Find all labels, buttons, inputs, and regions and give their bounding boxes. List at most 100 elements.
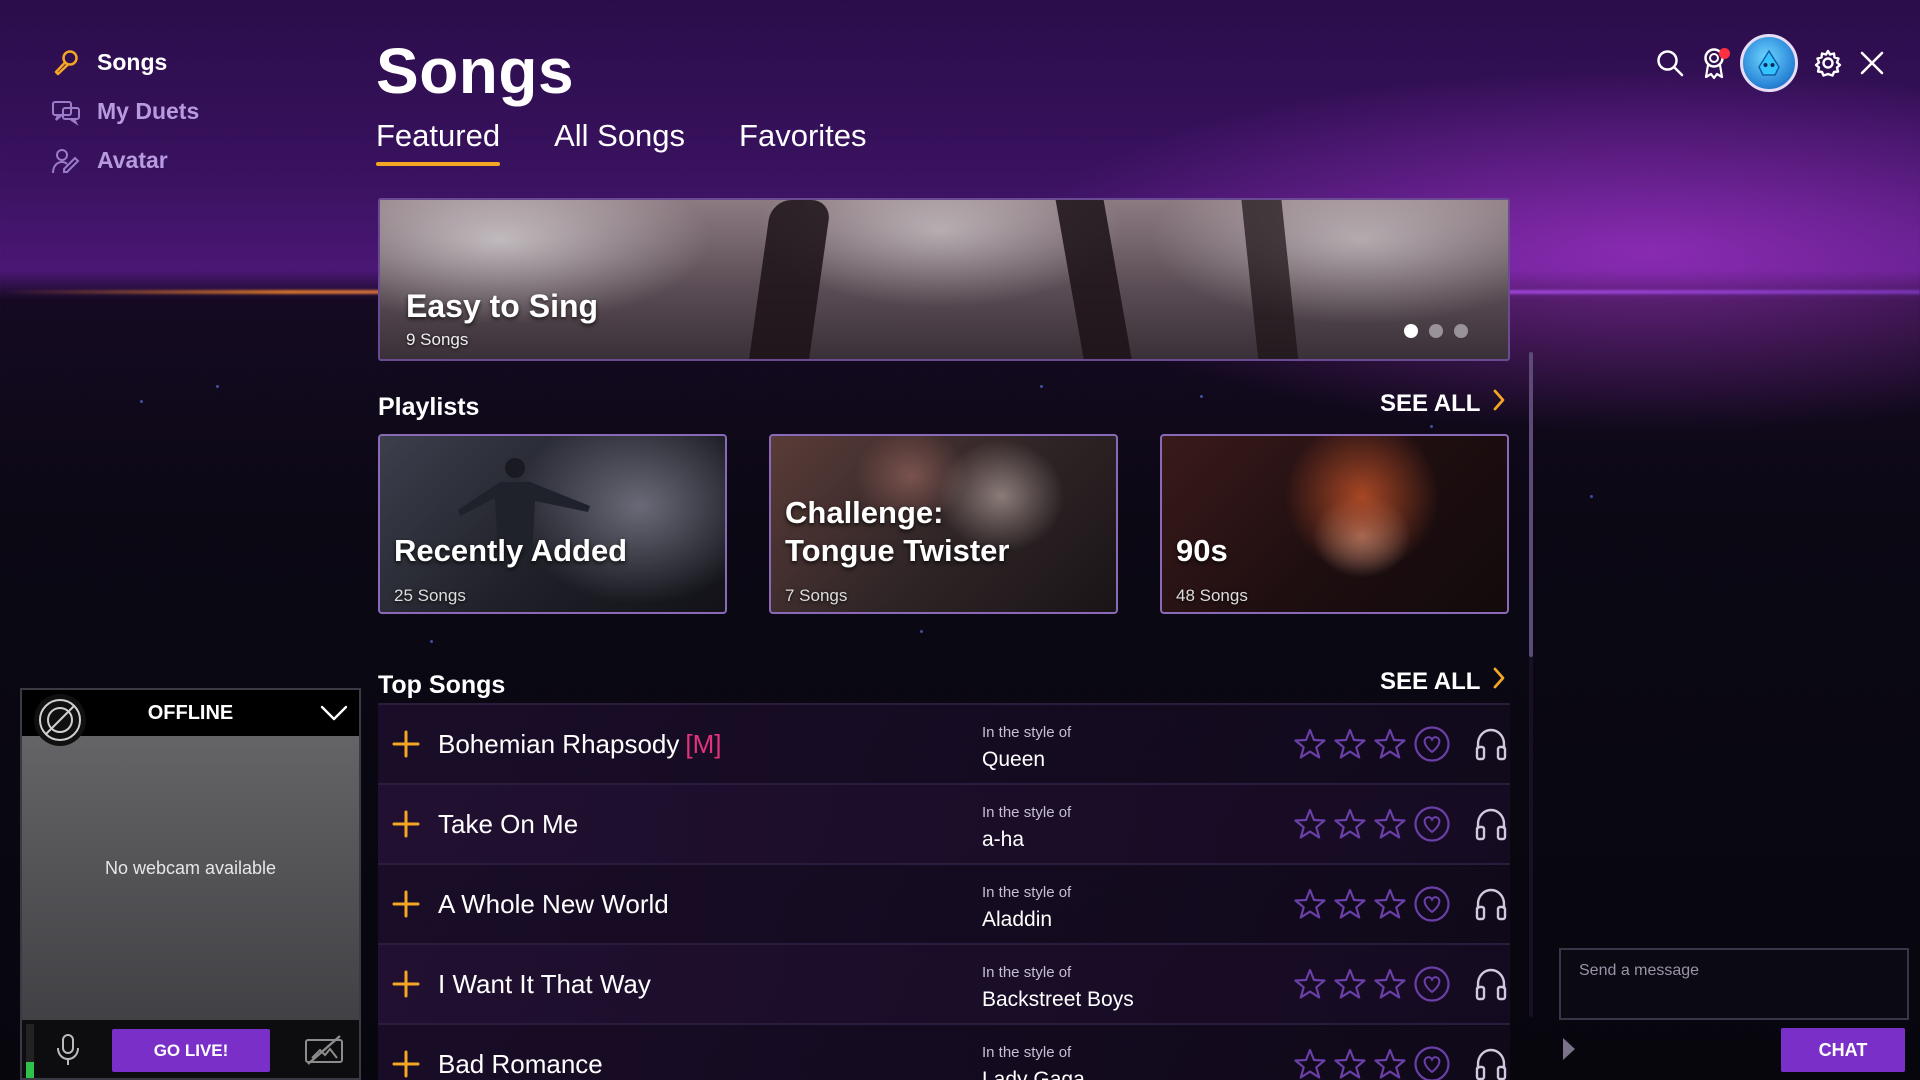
avatar[interactable] (1740, 34, 1798, 92)
style-label: In the style of (982, 724, 1072, 741)
song-title-text: Bad Romance (438, 1048, 603, 1079)
star-icon[interactable] (1290, 724, 1330, 764)
mic-level-fill (26, 1061, 34, 1078)
style-label: In the style of (982, 804, 1072, 821)
sidebar-item-songs[interactable]: Songs (50, 38, 199, 87)
card-title: Challenge: Tongue Twister (785, 494, 1009, 570)
star-icon[interactable] (1330, 884, 1370, 924)
star-icon[interactable] (1370, 724, 1410, 764)
star-icon[interactable] (1370, 1044, 1410, 1080)
song-row[interactable]: I Want It That Way In the style of Backstr… (378, 943, 1510, 1023)
favorite-heart-icon[interactable] (1412, 1044, 1452, 1080)
offline-icon (34, 694, 86, 746)
playlist-card-90s[interactable]: 90s 48 Songs (1160, 434, 1509, 614)
song-rating (1290, 804, 1452, 844)
card-title-line: Tongue Twister (785, 533, 1010, 568)
song-title: I Want It That Way (438, 969, 651, 1000)
banner-title: Easy to Sing (406, 288, 599, 324)
add-song-plus-icon[interactable] (390, 1048, 422, 1080)
tab-featured[interactable]: Featured (376, 118, 501, 166)
tab-all-songs[interactable]: All Songs (554, 118, 685, 166)
song-title-text: I Want It That Way (438, 968, 651, 999)
star-icon[interactable] (1330, 964, 1370, 1004)
tab-bar: Featured All Songs Favorites (376, 118, 921, 166)
song-title: Bohemian Rhapsody [M] (438, 729, 722, 760)
sidebar-item-avatar[interactable]: Avatar (50, 136, 199, 185)
add-song-plus-icon[interactable] (390, 728, 422, 760)
featured-banner[interactable]: Easy to Sing 9 Songs (378, 198, 1510, 361)
chevron-down-icon[interactable] (319, 698, 349, 728)
song-title: Bad Romance (438, 1049, 603, 1080)
playlists-see-all-button[interactable]: SEE ALL (1380, 389, 1506, 418)
song-title-text: Take On Me (438, 808, 579, 839)
song-artist: Aladdin (982, 908, 1053, 931)
favorite-heart-icon[interactable] (1412, 724, 1452, 764)
search-icon[interactable] (1650, 43, 1690, 83)
card-title-line: Challenge: (785, 495, 944, 530)
star-icon[interactable] (1290, 884, 1330, 924)
headphones-icon[interactable] (1470, 1043, 1512, 1080)
tab-favorites[interactable]: Favorites (739, 118, 866, 166)
star-icon[interactable] (1290, 804, 1330, 844)
go-live-button[interactable]: GO LIVE! (112, 1029, 270, 1072)
card-subtitle: 25 Songs (394, 586, 466, 605)
chevron-right-icon (1492, 667, 1506, 696)
sidebar-item-label: Songs (97, 49, 168, 75)
card-title: Recently Added (394, 533, 628, 568)
song-rating (1290, 964, 1452, 1004)
sidebar-item-my-duets[interactable]: My Duets (50, 87, 199, 136)
star-icon[interactable] (1370, 804, 1410, 844)
song-title-text: A Whole New World (438, 888, 669, 919)
carousel-dot[interactable] (1429, 324, 1443, 338)
sidebar-nav: Songs My Duets Avatar (50, 38, 199, 185)
camera-off-icon[interactable] (302, 1028, 346, 1072)
microphone-icon (50, 47, 82, 79)
carousel-dot[interactable] (1404, 324, 1418, 338)
close-icon[interactable] (1852, 43, 1892, 83)
headphones-icon[interactable] (1470, 803, 1512, 845)
favorite-heart-icon[interactable] (1412, 964, 1452, 1004)
star-icon[interactable] (1330, 1044, 1370, 1080)
top-songs-heading: Top Songs (378, 671, 506, 699)
star-icon[interactable] (1290, 964, 1330, 1004)
add-song-plus-icon[interactable] (390, 888, 422, 920)
song-row[interactable]: Bad Romance In the style of Lady Gaga (378, 1023, 1510, 1080)
chat-expand-icon[interactable] (1559, 1034, 1579, 1064)
scrollbar-thumb[interactable] (1529, 352, 1533, 657)
carousel-dot[interactable] (1454, 324, 1468, 338)
duets-icon (50, 96, 82, 128)
star-icon[interactable] (1290, 1044, 1330, 1080)
top-songs-see-all-button[interactable]: SEE ALL (1380, 667, 1506, 696)
add-song-plus-icon[interactable] (390, 968, 422, 1000)
headphones-icon[interactable] (1470, 723, 1512, 765)
settings-icon[interactable] (1808, 43, 1848, 83)
chat-message-input[interactable] (1559, 948, 1909, 1020)
song-rating (1290, 724, 1452, 764)
star-icon[interactable] (1330, 804, 1370, 844)
song-row[interactable]: Take On Me In the style of a-ha (378, 783, 1510, 863)
song-row[interactable]: A Whole New World In the style of Aladdin (378, 863, 1510, 943)
chat-send-button[interactable]: CHAT (1781, 1028, 1905, 1072)
sidebar-item-label: Avatar (97, 147, 168, 173)
star-icon[interactable] (1370, 964, 1410, 1004)
song-row[interactable]: Bohemian Rhapsody [M] In the style of Queen (378, 703, 1510, 783)
banner-image (1055, 200, 1133, 359)
style-label: In the style of (982, 1044, 1072, 1061)
add-song-plus-icon[interactable] (390, 808, 422, 840)
banner-image (1241, 200, 1299, 359)
chevron-right-icon (1492, 389, 1506, 418)
song-title-text: Bohemian Rhapsody (438, 728, 680, 759)
star-icon[interactable] (1330, 724, 1370, 764)
favorite-heart-icon[interactable] (1412, 804, 1452, 844)
star-icon[interactable] (1370, 884, 1410, 924)
achievements-icon[interactable] (1694, 43, 1734, 83)
banner-image (748, 200, 832, 359)
microphone-button[interactable] (48, 1030, 88, 1070)
headphones-icon[interactable] (1470, 883, 1512, 925)
favorite-heart-icon[interactable] (1412, 884, 1452, 924)
song-rating (1290, 884, 1452, 924)
headphones-icon[interactable] (1470, 963, 1512, 1005)
playlist-card-recently-added[interactable]: Recently Added 25 Songs (378, 434, 727, 614)
playlist-card-tongue-twister[interactable]: Challenge: Tongue Twister 7 Songs (769, 434, 1118, 614)
song-tag: [M] (685, 728, 722, 759)
